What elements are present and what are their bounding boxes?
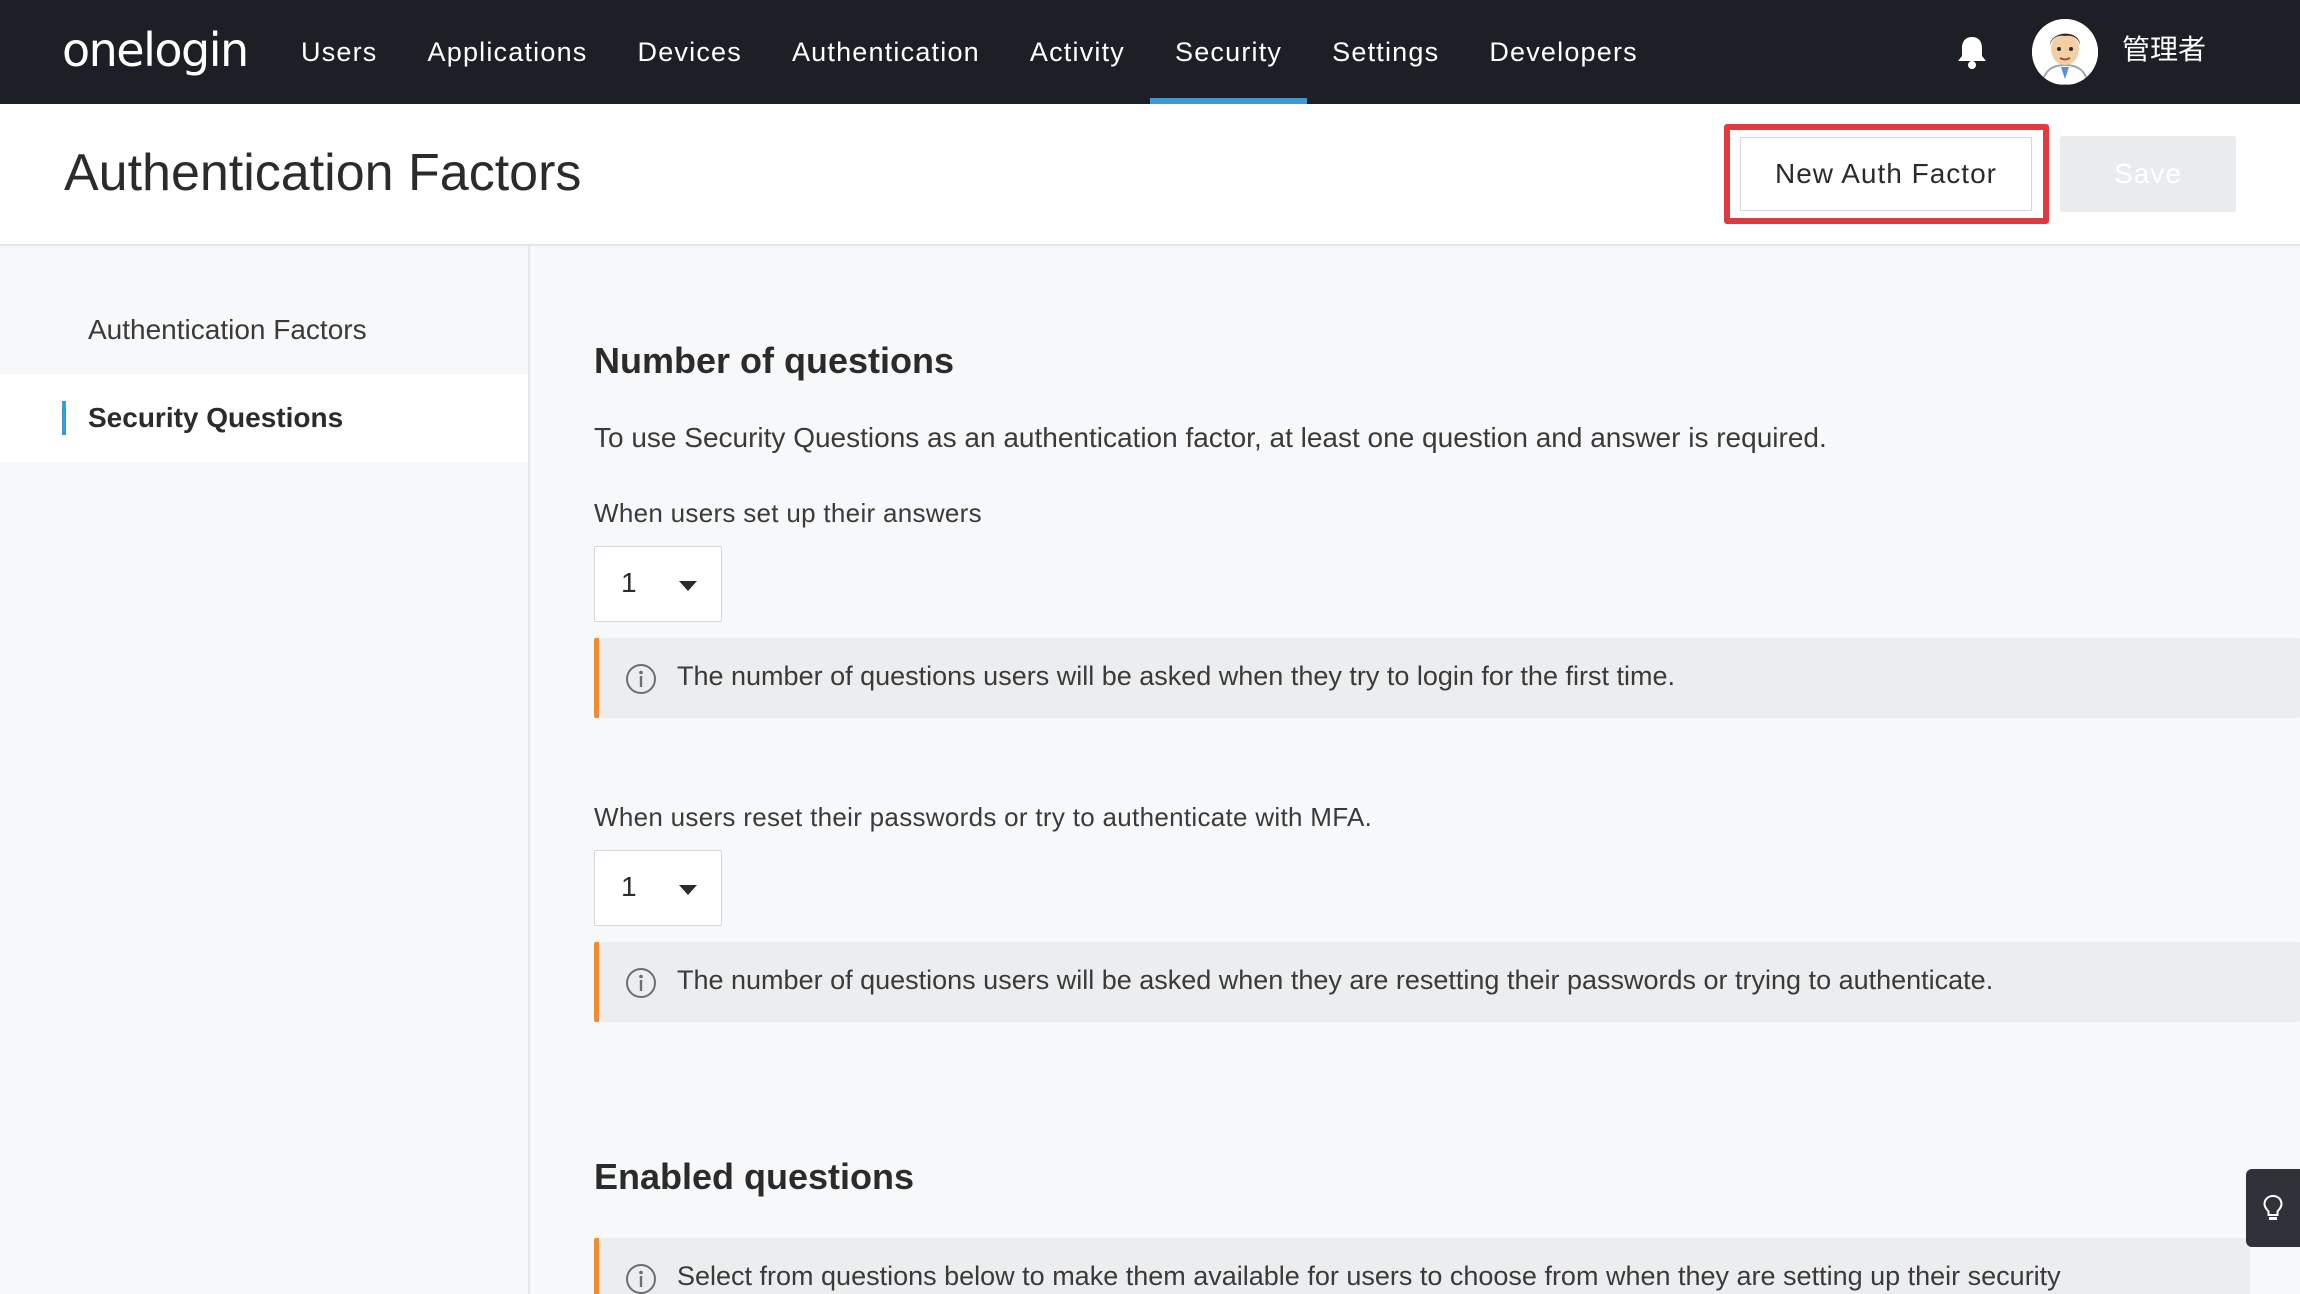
new-auth-factor-button[interactable]: New Auth Factor	[1740, 137, 2032, 211]
user-avatar[interactable]	[2032, 19, 2098, 85]
select-value: 1	[621, 567, 637, 598]
info-icon	[626, 1264, 656, 1294]
page-title: Authentication Factors	[64, 144, 582, 202]
section-title-number-of-questions: Number of questions	[594, 340, 955, 381]
nav-users[interactable]: Users	[276, 0, 403, 104]
section-title-enabled-questions: Enabled questions	[594, 1156, 915, 1197]
chevron-down-icon	[679, 581, 697, 591]
save-button[interactable]: Save	[2060, 136, 2236, 212]
nav-developers[interactable]: Developers	[1464, 0, 1663, 104]
info-text: Select from questions below to make them…	[677, 1261, 2061, 1291]
info-icon	[626, 968, 656, 998]
lightbulb-icon	[2263, 1194, 2283, 1220]
sidebar-item-authentication-factors[interactable]: Authentication Factors	[0, 286, 528, 374]
chevron-down-icon	[679, 885, 697, 895]
info-banner-setup: The number of questions users will be as…	[594, 638, 2300, 718]
section-description: To use Security Questions as an authenti…	[594, 422, 1827, 453]
username-label[interactable]: 管理者	[2122, 30, 2206, 70]
sidebar-item-security-questions[interactable]: Security Questions	[0, 374, 528, 462]
page-header: Authentication Factors New Auth Factor S…	[0, 104, 2300, 246]
nav-applications[interactable]: Applications	[403, 0, 613, 104]
main-content: Number of questions To use Security Ques…	[532, 246, 2300, 1294]
nav-authentication[interactable]: Authentication	[767, 0, 1005, 104]
sidebar: Authentication Factors Security Question…	[0, 246, 530, 1294]
bell-icon[interactable]	[1955, 34, 1989, 70]
help-tab[interactable]	[2246, 1169, 2300, 1247]
setup-answers-label: When users set up their answers	[594, 498, 982, 528]
info-banner-enabled: Select from questions below to make them…	[594, 1238, 2250, 1294]
main-nav: Users Applications Devices Authenticatio…	[276, 0, 1663, 104]
nav-devices[interactable]: Devices	[613, 0, 767, 104]
info-text: The number of questions users will be as…	[677, 965, 1994, 995]
nav-security[interactable]: Security	[1150, 0, 1308, 104]
onelogin-logo[interactable]: onelogin	[62, 22, 249, 78]
sidebar-item-label: Authentication Factors	[88, 314, 367, 345]
nav-settings[interactable]: Settings	[1307, 0, 1464, 104]
setup-questions-select[interactable]: 1	[594, 546, 722, 622]
info-icon	[626, 664, 656, 694]
info-banner-reset: The number of questions users will be as…	[594, 942, 2300, 1022]
select-value: 1	[621, 871, 637, 902]
reset-password-label: When users reset their passwords or try …	[594, 802, 1373, 832]
top-navbar: onelogin Users Applications Devices Auth…	[0, 0, 2300, 104]
nav-activity[interactable]: Activity	[1005, 0, 1150, 104]
reset-questions-select[interactable]: 1	[594, 850, 722, 926]
info-text: The number of questions users will be as…	[677, 661, 1675, 691]
sidebar-item-label: Security Questions	[88, 402, 344, 433]
